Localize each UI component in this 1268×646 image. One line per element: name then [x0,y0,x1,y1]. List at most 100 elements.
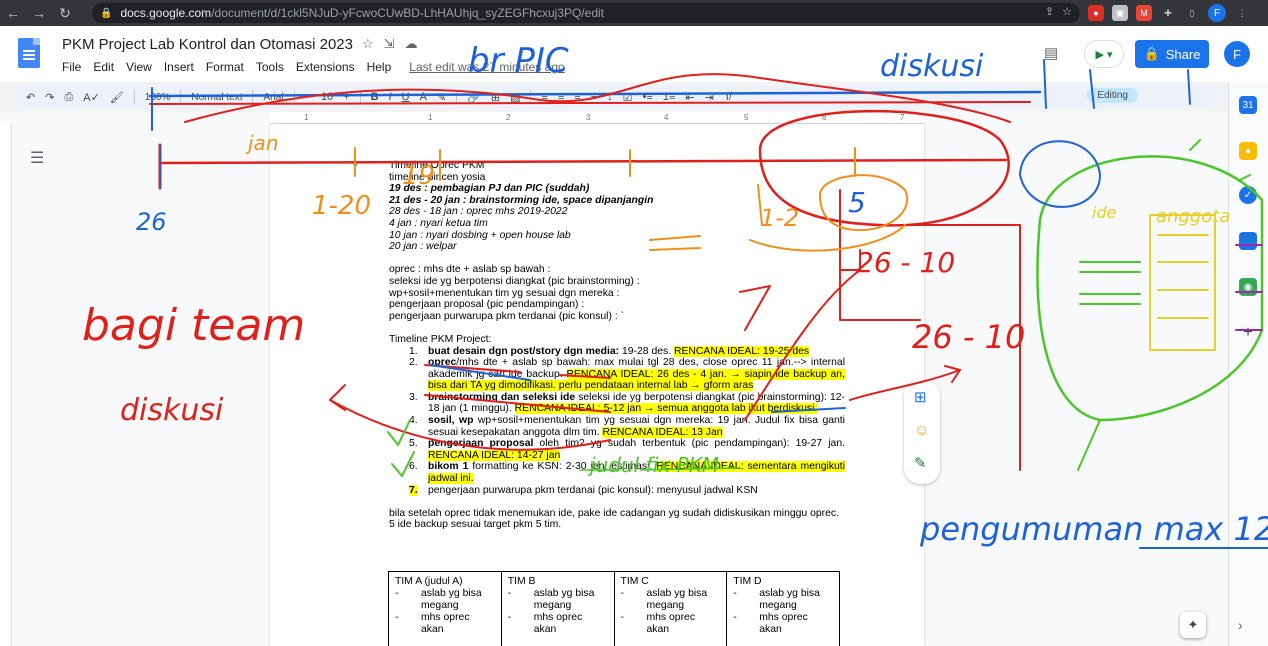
menu-insert[interactable]: Insert [164,60,194,74]
share-page-icon[interactable]: ⇪ [1045,5,1054,18]
menu-edit[interactable]: Edit [93,60,114,74]
highlight-icon[interactable]: ✎ [437,91,446,104]
puzzle-icon[interactable]: ✚ [1160,5,1176,21]
ruler-area: 1 1 2 3 4 5 6 7 [0,112,1228,124]
document-outline-icon[interactable]: ☰ [30,148,44,168]
add-comment-icon[interactable]: ⊞ [491,91,500,104]
cloud-status-icon[interactable]: ☁ [405,36,418,52]
account-avatar[interactable]: F [1224,41,1250,67]
insert-image-icon[interactable]: ▨ [510,91,520,104]
numbered-list-icon[interactable]: 1≡ [663,91,676,103]
document-body[interactable]: Timeline Oprec PKM timeline pincen yosia… [353,160,846,531]
suggest-edit-icon[interactable]: ✎ [914,454,927,472]
undo-icon[interactable]: ↶ [26,91,35,104]
back-icon[interactable]: ← [0,5,26,21]
forward-icon[interactable]: → [26,5,52,21]
text-color-icon[interactable]: A [420,91,427,103]
menu-format[interactable]: Format [206,60,244,74]
doc-line: 20 jan : welpar [389,241,457,253]
line-spacing-icon[interactable]: ↕ [607,91,613,103]
add-comment-icon[interactable]: ⊞ [914,388,927,406]
vertical-ruler[interactable] [0,124,12,646]
style-select[interactable]: Normal text [191,92,242,103]
comment-history-icon[interactable]: ▤ [1044,44,1058,62]
zoom-select[interactable]: 100% [145,92,171,103]
font-size-decrease[interactable]: − [305,91,311,103]
editing-mode-select[interactable]: Editing [1087,88,1138,103]
table-cell[interactable]: TIM A (judul A)aslab yg bisa megangmhs o… [388,571,502,646]
team-table[interactable]: TIM A (judul A)aslab yg bisa megangmhs o… [388,571,840,646]
menu-tools[interactable]: Tools [256,60,284,74]
bullet-list-icon[interactable]: •≡ [643,91,653,103]
move-icon[interactable]: ⇲ [384,36,395,52]
menu-extensions[interactable]: Extensions [296,60,355,74]
italic-icon[interactable]: I [389,91,392,103]
align-center-icon[interactable]: ≡ [558,91,564,103]
font-size-increase[interactable]: + [343,91,349,103]
docs-logo-icon[interactable] [18,38,40,68]
checklist-icon[interactable]: ☑ [623,91,633,104]
calendar-icon[interactable]: 31 [1239,96,1257,114]
extension-icon[interactable]: M [1136,5,1152,21]
last-edit-link[interactable]: Last edit was 27 minutes ago [409,60,564,74]
share-label: Share [1165,46,1201,62]
timeline-lead: sosil, wp [428,415,474,427]
paint-format-icon[interactable]: 🖌 [110,91,124,104]
menu-help[interactable]: Help [367,60,392,74]
timeline-body: formatting ke KSN: 2-30 jan, estimasi. [468,461,657,473]
horizontal-ruler[interactable]: 1 1 2 3 4 5 6 7 [270,112,924,124]
increase-indent-icon[interactable]: ⇥ [705,91,714,104]
reload-icon[interactable]: ↻ [52,5,78,22]
timeline-number: 6. [409,461,418,473]
align-justify-icon[interactable]: ≡ [591,91,597,103]
spellcheck-icon[interactable]: A✓ [83,91,100,104]
add-addon-icon[interactable]: + [1239,324,1257,342]
contacts-icon[interactable]: 👤 [1239,232,1257,250]
font-select[interactable]: Arial [263,92,283,103]
timeline-item: 2. oprec/mhs dte + aslab sp bawah: max mu… [389,357,845,392]
table-row: TIM A (judul A)aslab yg bisa megangmhs o… [388,571,840,646]
menu-view[interactable]: View [126,60,152,74]
meet-icon: ▶ ▾ [1095,48,1113,61]
document-title[interactable]: PKM Project Lab Kontrol dan Otomasi 2023 [62,36,353,53]
timeline-list: 1. buat desain dgn post/story dgn media: … [389,345,846,497]
table-cell[interactable]: TIM Daslab yg bisa megangmhs oprec akan [726,571,840,646]
clear-formatting-icon[interactable]: T̸ [724,91,731,103]
doc-line: Timeline Oprec PKM [353,160,845,172]
table-cell[interactable]: TIM Baslab yg bisa megangmhs oprec akan [500,571,615,646]
tasks-icon[interactable]: ✓ [1239,186,1257,204]
team-item: mhs oprec akan [621,612,721,636]
decrease-indent-icon[interactable]: ⇤ [685,91,694,104]
align-right-icon[interactable]: ≡ [574,91,580,103]
timeline-item: 7. pengerjaan purwarupa pkm terdanai (pic… [389,484,845,497]
bold-icon[interactable]: B [371,91,379,103]
collapse-panel-icon[interactable]: › [1238,617,1243,633]
share-button[interactable]: 🔒 Share [1135,40,1209,68]
more-menu-icon[interactable]: ⋮ [1234,5,1250,21]
keep-icon[interactable]: ● [1239,142,1257,160]
explore-button[interactable]: ✦ [1180,612,1206,638]
side-panel-icon[interactable]: ▯ [1184,5,1200,21]
link-icon[interactable]: 🔗 [467,91,481,104]
table-cell[interactable]: TIM Caslab yg bisa megangmhs oprec akan [613,571,728,646]
align-left-icon[interactable]: ≡ [541,91,547,103]
extension-icon[interactable]: ● [1088,5,1104,21]
extension-icon[interactable]: ▣ [1112,5,1128,21]
menu-file[interactable]: File [62,60,81,74]
print-icon[interactable]: ⎙ [64,91,73,104]
underline-icon[interactable]: U [402,91,410,103]
bookmark-star-icon[interactable]: ☆ [1062,5,1072,18]
redo-icon[interactable]: ↷ [45,91,54,104]
meet-button[interactable]: ▶ ▾ [1084,40,1124,68]
timeline-lead: brainstorming dan seleksi ide [428,391,576,403]
maps-icon[interactable]: ◉ [1239,278,1257,296]
formatting-toolbar: ↶ ↷ ⎙ A✓ 🖌 100% Normal text Arial − 10 +… [16,86,1220,108]
font-size-input[interactable]: 10 [321,91,333,103]
profile-avatar[interactable]: F [1208,4,1226,22]
document-page[interactable]: Timeline Oprec PKM timeline pincen yosia… [270,124,924,646]
emoji-reaction-icon[interactable]: ☺ [914,422,929,439]
star-icon[interactable]: ☆ [362,36,374,52]
address-bar[interactable]: 🔒 docs.google.com /document/d/1ckl5NJuD-… [92,3,1080,23]
